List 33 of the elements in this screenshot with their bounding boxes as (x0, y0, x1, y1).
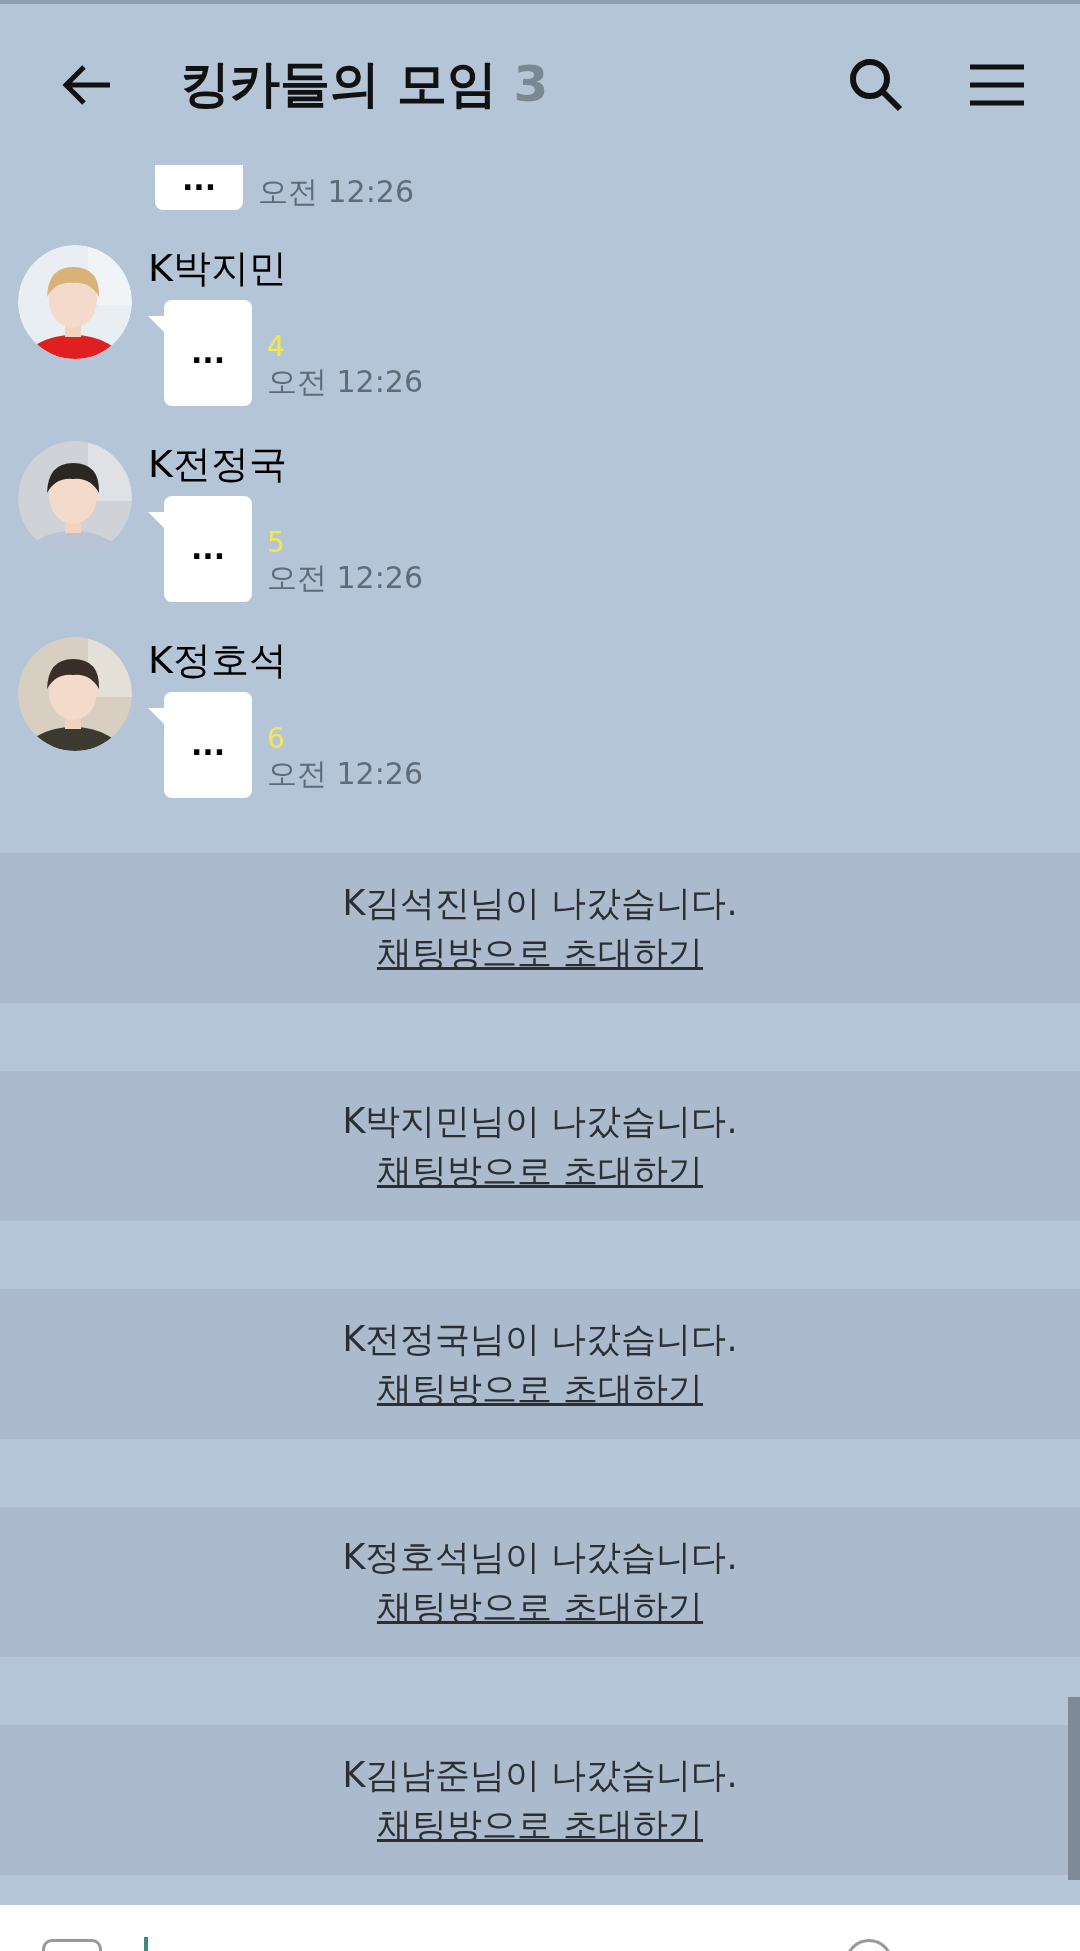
sender-name: K박지민 (148, 245, 288, 292)
bubble-tail-icon (148, 512, 164, 528)
bubble-tail-icon (148, 708, 164, 724)
message-time: 오전 12:26 (267, 560, 423, 596)
search-icon[interactable] (848, 56, 904, 113)
text-cursor (144, 1937, 148, 1951)
unread-count: 6 (267, 722, 286, 756)
bubble-tail-icon (148, 316, 164, 332)
sender-name: K정호석 (148, 637, 288, 684)
invite-link[interactable]: 채팅방으로 초대하기 (376, 1146, 704, 1196)
invite-link[interactable]: 채팅방으로 초대하기 (376, 1364, 704, 1414)
notice-text: K전정국님이 나갔습니다. (342, 1318, 738, 1361)
sender-name: K전정국 (148, 441, 288, 488)
notice-text: K김석진님이 나갔습니다. (342, 882, 738, 925)
notice-text: K정호석님이 나갔습니다. (342, 1536, 738, 1579)
member-count: 3 (513, 54, 549, 115)
message-bubble: ... (164, 692, 252, 798)
invite-link[interactable]: 채팅방으로 초대하기 (376, 1800, 704, 1850)
message-bubble: ... (164, 496, 252, 602)
message-time: 오전 12:26 (267, 364, 423, 400)
unread-count: 4 (267, 330, 286, 364)
menu-icon[interactable] (970, 62, 1024, 107)
message-bubble: ... (155, 165, 243, 210)
message-bubble: ... (164, 300, 252, 406)
message-time: 오전 12:26 (258, 177, 414, 207)
invite-link[interactable]: 채팅방으로 초대하기 (376, 1582, 704, 1632)
notice-text: K박지민님이 나갔습니다. (342, 1100, 738, 1143)
unread-count: 5 (267, 526, 286, 560)
message-time: 오전 12:26 (267, 756, 423, 792)
chat-title: 킹카들의 모임 (180, 54, 498, 115)
back-arrow-icon[interactable] (60, 62, 112, 107)
invite-link[interactable]: 채팅방으로 초대하기 (376, 928, 704, 978)
notice-text: K김남준님이 나갔습니다. (342, 1754, 738, 1797)
